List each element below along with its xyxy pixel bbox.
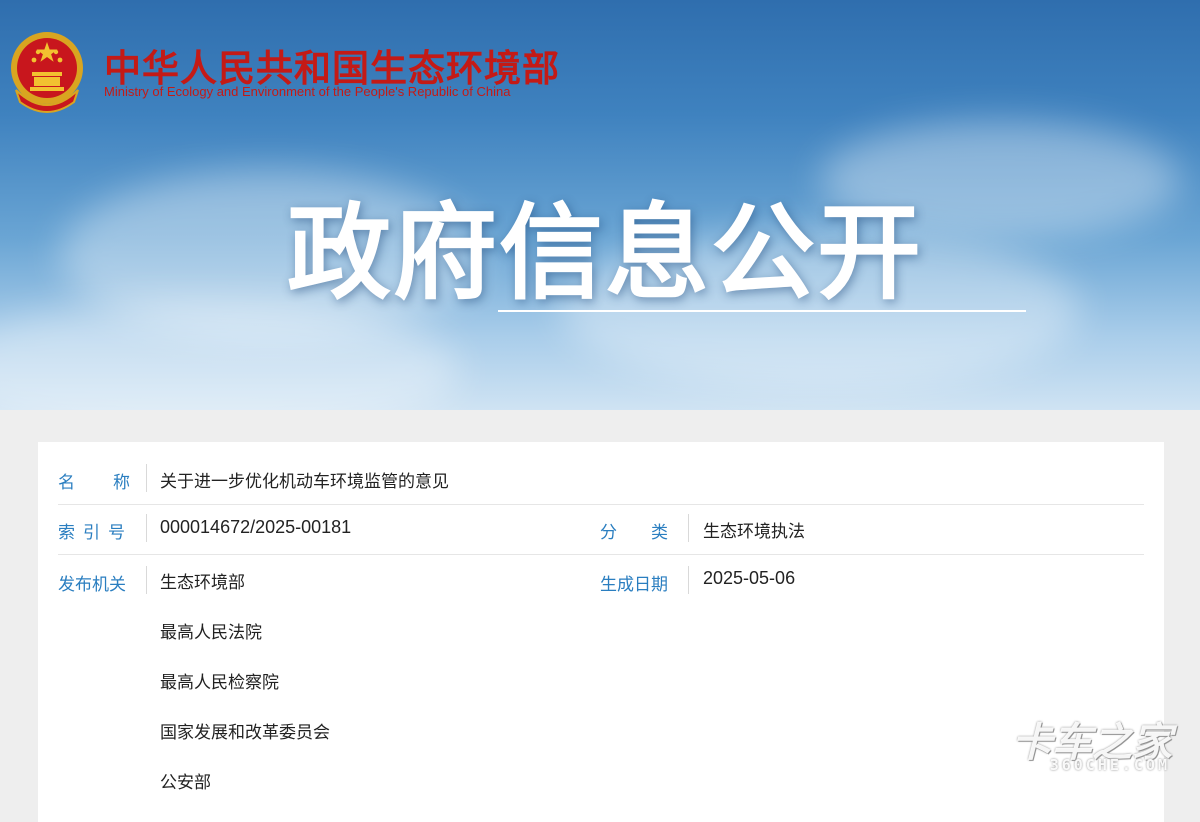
title-underline	[498, 310, 1026, 312]
publisher-item: 最高人民法院	[160, 623, 262, 643]
category-label: 分类	[600, 523, 702, 543]
publisher-item: 最高人民检察院	[160, 673, 279, 693]
national-emblem-icon	[11, 32, 83, 113]
publisher-item: 国家发展和改革委员会	[160, 723, 330, 743]
divider	[146, 566, 147, 594]
category-value: 生态环境执法	[703, 522, 805, 542]
divider	[146, 514, 147, 542]
info-row-name: 名称 关于进一步优化机动车环境监管的意见	[58, 454, 1144, 505]
publisher-item: 生态环境部	[160, 573, 245, 593]
info-row-index: 索引号 000014672/2025-00181 分类 生态环境执法	[58, 504, 1144, 555]
header-banner: 中华人民共和国生态环境部 Ministry of Ecology and Env…	[0, 0, 1200, 410]
date-label: 生成日期	[600, 575, 668, 595]
name-label-text: 名称	[58, 468, 130, 493]
publish-date: 2025-05-06	[703, 568, 796, 588]
publisher-label: 发布机关	[58, 575, 126, 595]
publisher-item: 公安部	[160, 773, 211, 793]
document-name: 关于进一步优化机动车环境监管的意见	[160, 472, 449, 492]
label-char: 名	[58, 473, 75, 493]
watermark-en: 360CHE.COM	[1049, 756, 1170, 774]
info-card: 名称 关于进一步优化机动车环境监管的意见 索引号 000014672/2025-…	[38, 442, 1164, 822]
index-number: 000014672/2025-00181	[160, 517, 352, 537]
site-watermark: 卡车之家 360CHE.COM	[1002, 710, 1172, 780]
index-label: 索引号	[58, 523, 133, 543]
info-row-publisher: 发布机关 生态环境部 最高人民法院 最高人民检察院 国家发展和改革委员会 公安部…	[58, 554, 1144, 822]
label-char: 称	[113, 473, 130, 493]
divider	[146, 464, 147, 492]
org-name-en[interactable]: Ministry of Ecology and Environment of t…	[104, 84, 510, 99]
divider	[688, 566, 689, 594]
name-label: 名称	[58, 468, 130, 493]
divider	[688, 514, 689, 542]
banner-title: 政府信息公开	[286, 192, 923, 314]
